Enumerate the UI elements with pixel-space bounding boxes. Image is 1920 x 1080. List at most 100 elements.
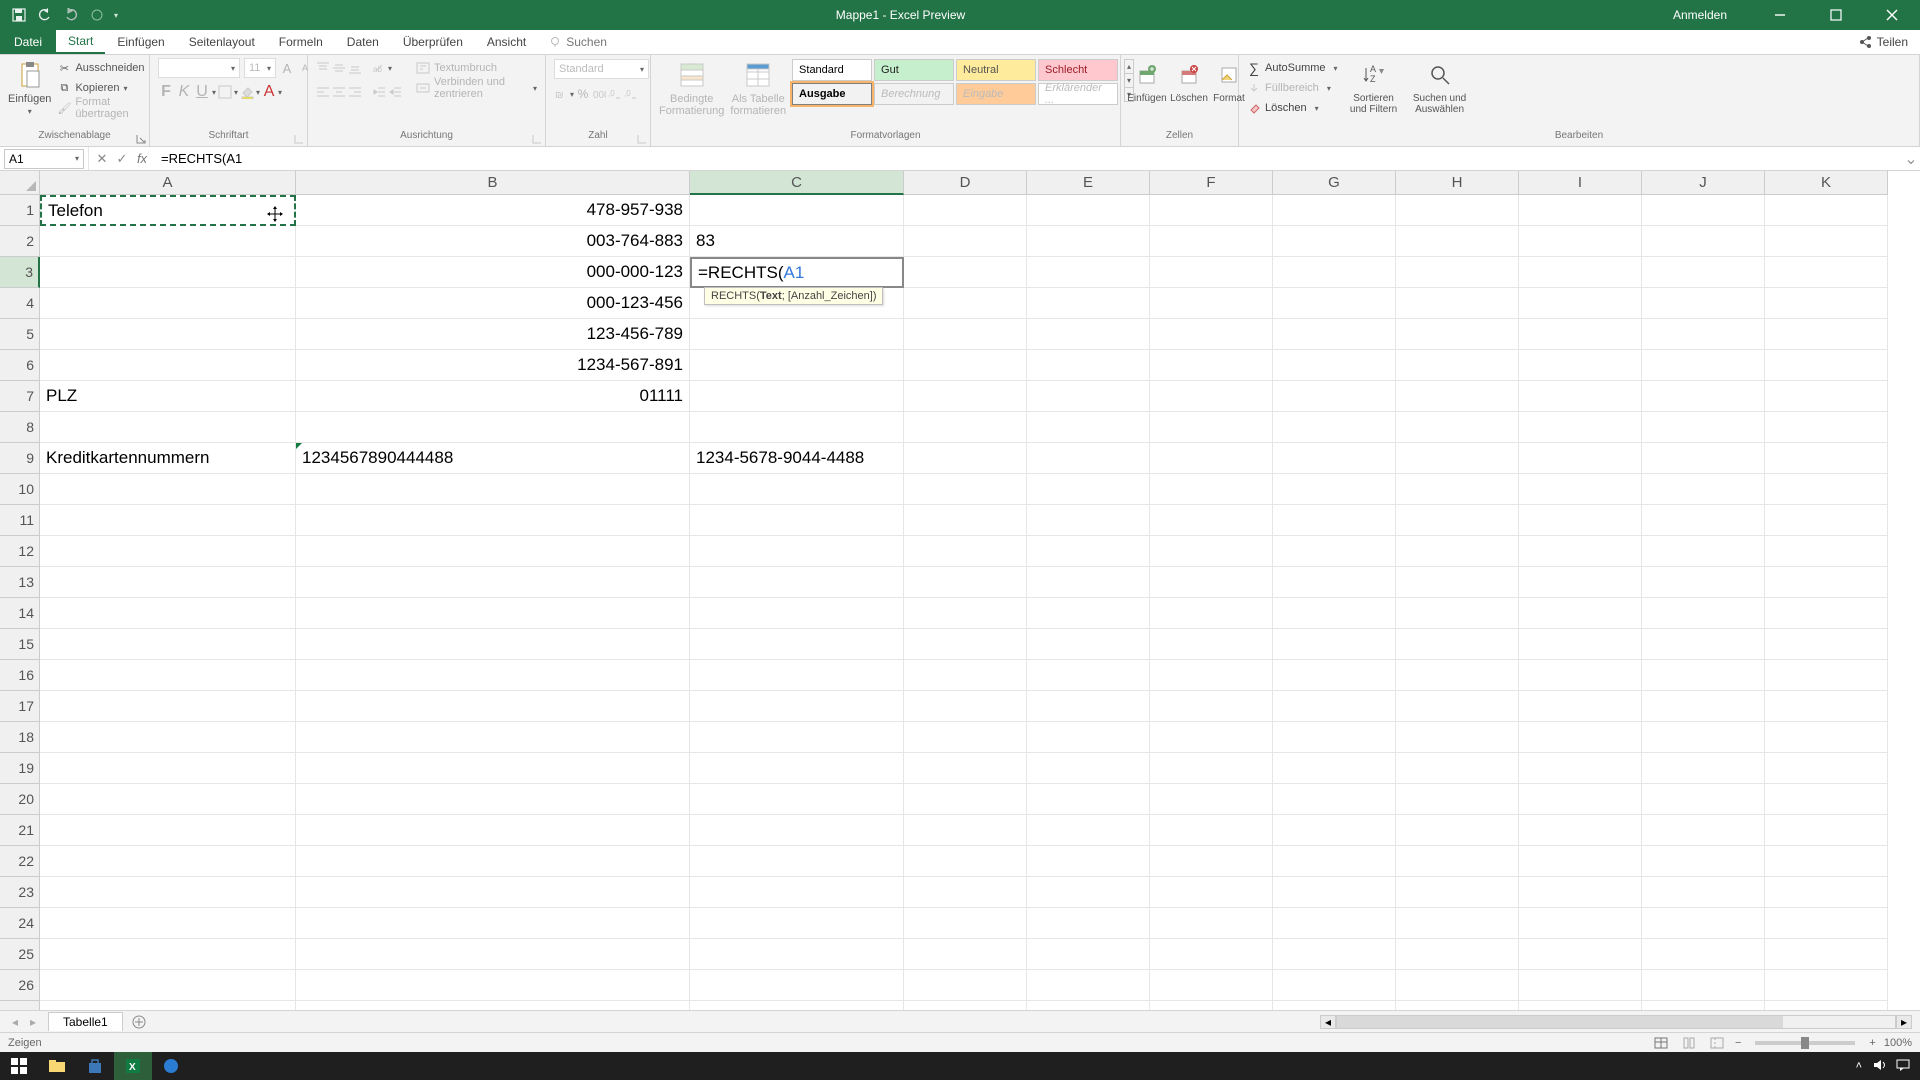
cell-D9[interactable] [904, 443, 1027, 474]
cell-K18[interactable] [1765, 722, 1888, 753]
tab-seitenlayout[interactable]: Seitenlayout [177, 30, 267, 54]
style-neutral[interactable]: Neutral [956, 59, 1036, 81]
cell-G9[interactable] [1273, 443, 1396, 474]
cell-K19[interactable] [1765, 753, 1888, 784]
cell-E2[interactable] [1027, 226, 1150, 257]
column-header-E[interactable]: E [1027, 171, 1150, 195]
cell-C10[interactable] [690, 474, 904, 505]
cell-G25[interactable] [1273, 939, 1396, 970]
cell-F2[interactable] [1150, 226, 1273, 257]
cell-A15[interactable] [40, 629, 296, 660]
fx-button[interactable]: fx [135, 151, 149, 166]
column-header-F[interactable]: F [1150, 171, 1273, 195]
cell-A18[interactable] [40, 722, 296, 753]
cell-H2[interactable] [1396, 226, 1519, 257]
cell-J15[interactable] [1642, 629, 1765, 660]
cell-E16[interactable] [1027, 660, 1150, 691]
cell-E25[interactable] [1027, 939, 1150, 970]
cell-C2[interactable]: 83 [690, 226, 904, 257]
cell-D21[interactable] [904, 815, 1027, 846]
cell-G2[interactable] [1273, 226, 1396, 257]
cell-I4[interactable] [1519, 288, 1642, 319]
cell-I23[interactable] [1519, 877, 1642, 908]
cell-C7[interactable] [690, 381, 904, 412]
cell-A26[interactable] [40, 970, 296, 1001]
cell-D17[interactable] [904, 691, 1027, 722]
cell-F16[interactable] [1150, 660, 1273, 691]
cell-F24[interactable] [1150, 908, 1273, 939]
signin-link[interactable]: Anmelden [1673, 8, 1727, 22]
cell-B24[interactable] [296, 908, 690, 939]
cell-C15[interactable] [690, 629, 904, 660]
cell-E27[interactable] [1027, 1001, 1150, 1010]
cell-H8[interactable] [1396, 412, 1519, 443]
cell-A6[interactable] [40, 350, 296, 381]
underline-button[interactable]: U [194, 83, 210, 101]
undo-icon[interactable] [36, 6, 54, 24]
cell-F22[interactable] [1150, 846, 1273, 877]
zoom-slider[interactable] [1755, 1041, 1855, 1045]
cell-D7[interactable] [904, 381, 1027, 412]
cell-C13[interactable] [690, 567, 904, 598]
cell-D18[interactable] [904, 722, 1027, 753]
cell-A5[interactable] [40, 319, 296, 350]
cell-E26[interactable] [1027, 970, 1150, 1001]
nav-next-icon[interactable]: ▸ [26, 1015, 40, 1029]
cell-D4[interactable] [904, 288, 1027, 319]
cell-D24[interactable] [904, 908, 1027, 939]
border-icon[interactable] [218, 85, 232, 99]
cell-I16[interactable] [1519, 660, 1642, 691]
cell-A21[interactable] [40, 815, 296, 846]
cell-B9[interactable]: 1234567890444488 [296, 443, 690, 474]
cell-C1[interactable] [690, 195, 904, 226]
cell-G8[interactable] [1273, 412, 1396, 443]
cell-D15[interactable] [904, 629, 1027, 660]
font-size-dropdown[interactable]: 11▾ [244, 58, 276, 78]
cell-F25[interactable] [1150, 939, 1273, 970]
row-header-23[interactable]: 23 [0, 877, 40, 908]
start-button[interactable] [0, 1052, 38, 1080]
cell-I10[interactable] [1519, 474, 1642, 505]
cell-F11[interactable] [1150, 505, 1273, 536]
row-header-19[interactable]: 19 [0, 753, 40, 784]
align-middle-icon[interactable] [332, 61, 346, 75]
edge-icon[interactable] [152, 1052, 190, 1080]
cell-G23[interactable] [1273, 877, 1396, 908]
volume-icon[interactable] [1872, 1058, 1886, 1075]
format-as-table-button[interactable]: Als Tabelle formatieren [730, 59, 786, 117]
cell-F17[interactable] [1150, 691, 1273, 722]
cell-H7[interactable] [1396, 381, 1519, 412]
column-header-C[interactable]: C [690, 171, 904, 195]
cell-G19[interactable] [1273, 753, 1396, 784]
insert-cells-button[interactable]: Einfügen [1129, 59, 1165, 104]
cell-G7[interactable] [1273, 381, 1396, 412]
cell-H15[interactable] [1396, 629, 1519, 660]
style-ausgabe[interactable]: Ausgabe [792, 83, 872, 105]
cell-K20[interactable] [1765, 784, 1888, 815]
cell-E12[interactable] [1027, 536, 1150, 567]
cell-C21[interactable] [690, 815, 904, 846]
cell-D12[interactable] [904, 536, 1027, 567]
cell-I25[interactable] [1519, 939, 1642, 970]
cell-K2[interactable] [1765, 226, 1888, 257]
row-header-11[interactable]: 11 [0, 505, 40, 536]
cell-E1[interactable] [1027, 195, 1150, 226]
style-erklaerender[interactable]: Erklärender ... [1038, 83, 1118, 105]
cell-H9[interactable] [1396, 443, 1519, 474]
cell-E11[interactable] [1027, 505, 1150, 536]
cell-I20[interactable] [1519, 784, 1642, 815]
cell-C19[interactable] [690, 753, 904, 784]
cell-H3[interactable] [1396, 257, 1519, 288]
cell-E10[interactable] [1027, 474, 1150, 505]
cell-G20[interactable] [1273, 784, 1396, 815]
cell-F5[interactable] [1150, 319, 1273, 350]
cell-K15[interactable] [1765, 629, 1888, 660]
style-berechnung[interactable]: Berechnung [874, 83, 954, 105]
row-header-25[interactable]: 25 [0, 939, 40, 970]
cell-H5[interactable] [1396, 319, 1519, 350]
cell-C4[interactable] [690, 288, 904, 319]
cell-J2[interactable] [1642, 226, 1765, 257]
accounting-icon[interactable]: ₪ [554, 87, 568, 101]
cell-K13[interactable] [1765, 567, 1888, 598]
cell-F13[interactable] [1150, 567, 1273, 598]
